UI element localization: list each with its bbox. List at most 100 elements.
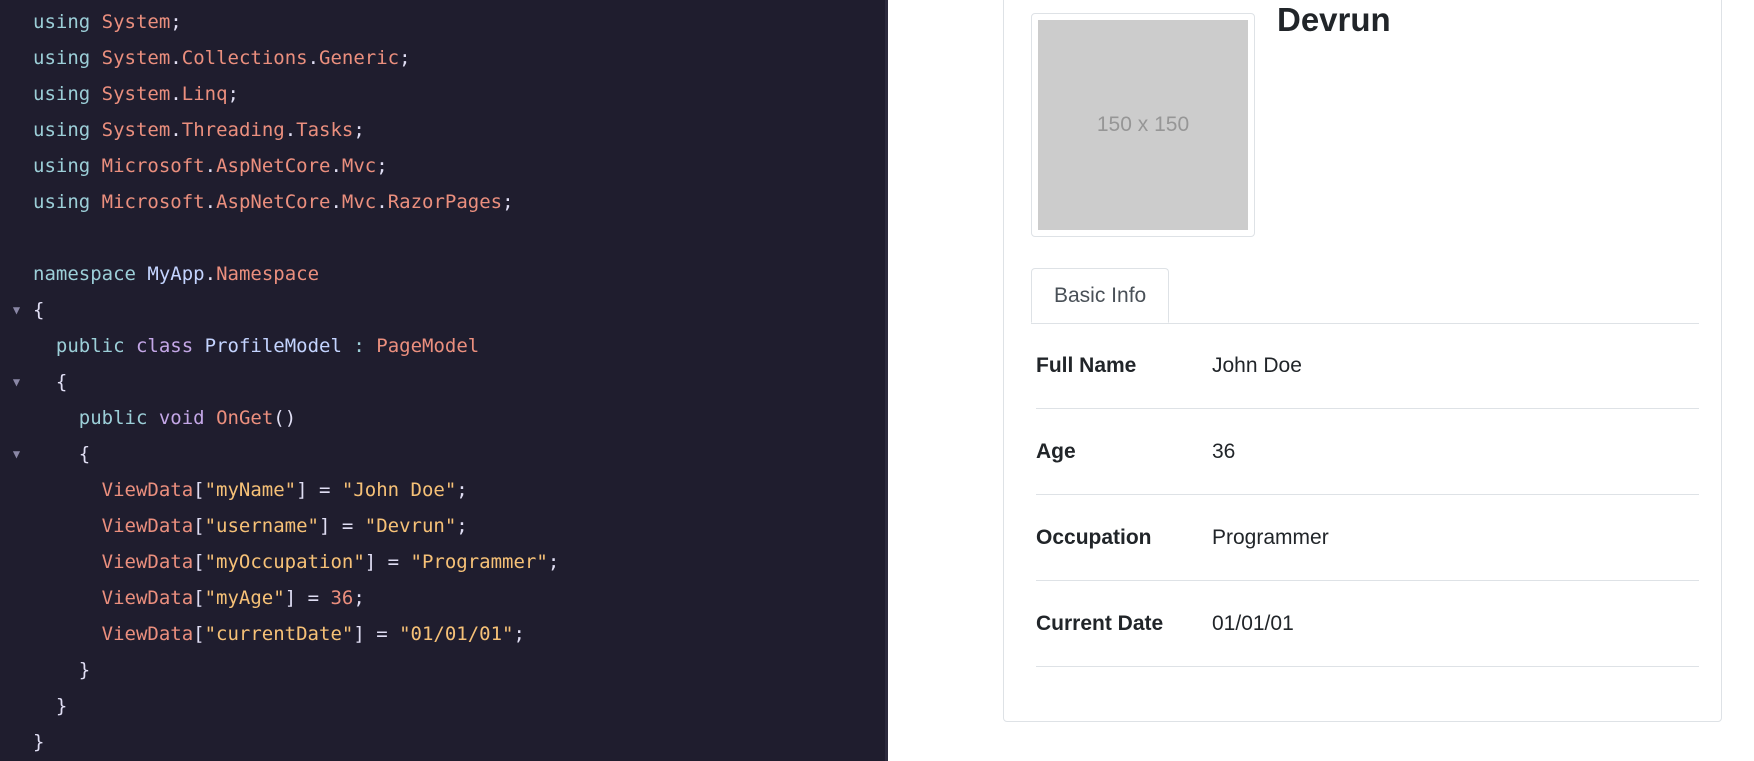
code-token: ViewData <box>101 479 194 501</box>
code-text: ViewData["myAge"] = 36; <box>33 580 365 616</box>
code-token: . <box>170 47 182 69</box>
table-row: Current Date 01/01/01 <box>1036 581 1699 667</box>
fold-arrow-icon[interactable]: ▼ <box>0 364 33 400</box>
code-token: 36 <box>330 587 354 609</box>
code-token: Namespace <box>216 263 320 285</box>
code-token: using <box>33 191 91 213</box>
avatar-placeholder-image: 150 x 150 <box>1038 20 1248 230</box>
code-line[interactable]: using Microsoft.AspNetCore.Mvc.RazorPage… <box>0 184 885 220</box>
table-row: Occupation Programmer <box>1036 495 1699 581</box>
code-token: RazorPages <box>387 191 503 213</box>
code-token: . <box>284 119 297 141</box>
code-line[interactable]: using System; <box>0 4 885 40</box>
code-token: [ <box>193 515 205 537</box>
row-label: Age <box>1036 439 1076 463</box>
code-line[interactable] <box>0 220 885 256</box>
code-line[interactable]: namespace MyApp.Namespace <box>0 256 885 292</box>
code-token: using <box>33 11 91 33</box>
code-line[interactable]: ▼ { <box>0 364 885 400</box>
code-token: ] = <box>296 479 342 501</box>
code-token: Linq <box>181 83 228 105</box>
avatar: 150 x 150 <box>1031 13 1255 237</box>
code-token: { <box>33 299 45 321</box>
code-token: "Programmer" <box>410 551 548 573</box>
code-token: "Devrun" <box>364 515 457 537</box>
code-token: ViewData <box>101 587 194 609</box>
code-text: namespace MyApp.Namespace <box>33 256 319 292</box>
row-value: 36 <box>1212 439 1236 463</box>
code-editor[interactable]: using System; using System.Collections.Ge… <box>0 0 888 761</box>
code-token: . <box>307 47 320 69</box>
code-line[interactable]: using Microsoft.AspNetCore.Mvc; <box>0 148 885 184</box>
code-token: ] = <box>364 551 411 573</box>
row-value: 01/01/01 <box>1212 611 1294 635</box>
code-line[interactable]: public void OnGet() <box>0 400 885 436</box>
code-token: "01/01/01" <box>399 623 514 645</box>
code-token: . <box>330 155 342 177</box>
code-line[interactable]: ViewData["username"] = "Devrun"; <box>0 508 885 544</box>
code-token: ViewData <box>101 623 194 645</box>
code-token: ; <box>399 47 411 69</box>
code-token: ; <box>456 479 468 501</box>
tab-basic-info[interactable]: Basic Info <box>1031 268 1170 323</box>
code-line[interactable]: using System.Linq; <box>0 76 885 112</box>
page-title: Devrun <box>1277 1 1391 38</box>
profile-card: 150 x 150 Devrun Basic Info Full Name Jo… <box>1003 0 1722 722</box>
code-text: ViewData["currentDate"] = "01/01/01"; <box>33 616 525 652</box>
tab-bar: Basic Info <box>1031 268 1699 324</box>
code-token: [ <box>193 551 205 573</box>
code-token: OnGet <box>216 407 274 429</box>
code-line[interactable]: using System.Threading.Tasks; <box>0 112 885 148</box>
code-line[interactable]: ViewData["myOccupation"] = "Programmer"; <box>0 544 885 580</box>
code-line[interactable]: using System.Collections.Generic; <box>0 40 885 76</box>
code-line[interactable]: public class ProfileModel : PageModel <box>0 328 885 364</box>
code-line[interactable]: } <box>0 688 885 724</box>
code-token: PageModel <box>376 335 480 357</box>
code-token: Microsoft <box>101 155 205 177</box>
fold-arrow-icon[interactable]: ▼ <box>0 292 33 328</box>
code-token: ViewData <box>101 515 194 537</box>
fold-arrow-icon[interactable]: ▼ <box>0 436 33 472</box>
code-line[interactable]: ▼{ <box>0 292 885 328</box>
code-text: public void OnGet() <box>33 400 296 436</box>
code-token: ; <box>353 587 365 609</box>
code-line[interactable]: ViewData["currentDate"] = "01/01/01"; <box>0 616 885 652</box>
code-token: [ <box>193 623 205 645</box>
code-token: () <box>273 407 297 429</box>
code-token: . <box>204 191 217 213</box>
tab-basic-info-label: Basic Info <box>1054 283 1147 307</box>
code-text: using System.Collections.Generic; <box>33 40 411 76</box>
code-text: { <box>33 292 44 328</box>
code-token: Mvc <box>341 191 377 213</box>
code-line[interactable]: } <box>0 652 885 688</box>
code-line[interactable]: } <box>0 724 885 760</box>
code-text: using System.Linq; <box>33 76 239 112</box>
table-row: Age 36 <box>1036 409 1699 495</box>
code-text: using System.Threading.Tasks; <box>33 112 365 148</box>
code-token: using <box>33 155 91 177</box>
code-text: ViewData["username"] = "Devrun"; <box>33 508 468 544</box>
code-token: ] = <box>353 623 400 645</box>
code-token: ; <box>502 191 514 213</box>
code-token: Mvc <box>341 155 377 177</box>
code-text: { <box>33 364 67 400</box>
code-text: ViewData["myName"] = "John Doe"; <box>33 472 468 508</box>
code-token: public <box>78 407 148 429</box>
row-value: Programmer <box>1212 525 1329 549</box>
code-token: System <box>101 11 171 33</box>
app-layout: using System; using System.Collections.Ge… <box>0 0 1754 761</box>
code-token: public <box>55 335 125 357</box>
code-token: . <box>330 191 342 213</box>
code-line[interactable]: ▼ { <box>0 436 885 472</box>
code-line[interactable]: ViewData["myName"] = "John Doe"; <box>0 472 885 508</box>
code-token: "myOccupation" <box>204 551 365 573</box>
code-token: "myAge" <box>204 587 285 609</box>
code-token: { <box>55 371 68 393</box>
code-line[interactable]: ViewData["myAge"] = 36; <box>0 580 885 616</box>
code-token: System <box>101 47 171 69</box>
